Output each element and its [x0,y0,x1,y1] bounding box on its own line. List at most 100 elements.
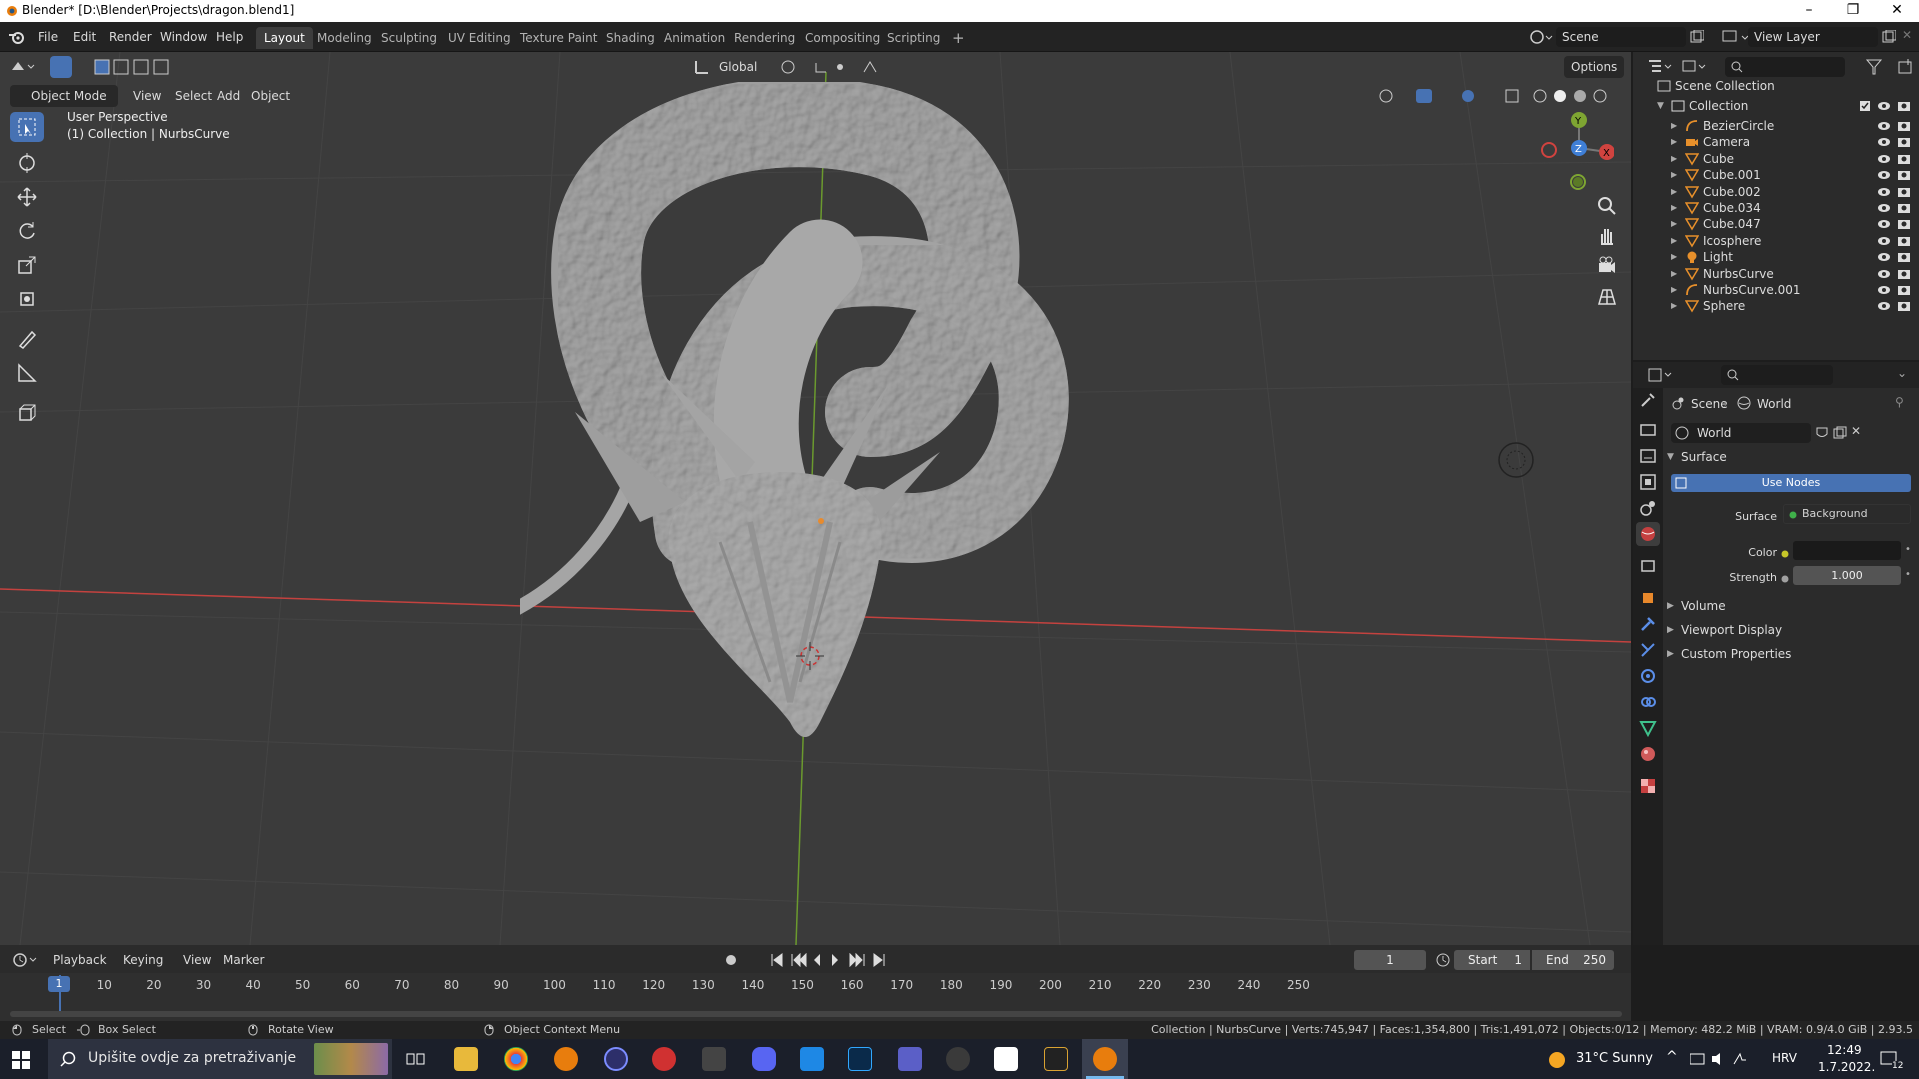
visibility-eye-icon[interactable] [1877,136,1891,148]
properties-search-input[interactable] [1721,365,1833,385]
tray-expand-chevron-icon[interactable]: ^ [1666,1049,1678,1065]
chrome-icon[interactable] [504,1047,528,1071]
surface-panel-header[interactable]: Surface [1681,450,1727,464]
visibility-eye-icon[interactable] [1877,251,1891,263]
world-datablock-field[interactable]: World [1671,423,1811,443]
tab-collection-icon[interactable] [1636,554,1660,578]
ortho-grid-icon[interactable] [1597,286,1617,306]
tab-scene-icon[interactable] [1636,496,1660,520]
tab-physics-icon[interactable] [1636,664,1660,688]
clock-time[interactable]: 12:49 [1827,1043,1862,1057]
windows-start-icon[interactable] [12,1051,30,1069]
tab-constraints-icon[interactable] [1636,690,1660,714]
new-collection-icon[interactable] [1897,58,1915,76]
visibility-eye-icon[interactable] [1877,100,1891,112]
use-nodes-button[interactable]: Use Nodes [1671,474,1911,492]
menu-window[interactable]: Window [154,27,213,47]
pin-icon[interactable]: ⚲ [1895,395,1904,409]
menu-edit[interactable]: Edit [67,27,102,47]
clock-date[interactable]: 1.7.2022. [1818,1060,1875,1074]
photoshop-icon[interactable] [848,1047,872,1071]
editor-type-icon[interactable] [10,58,36,76]
render-camera-icon[interactable] [1897,268,1911,280]
strength-keyframe-icon[interactable]: • [1905,569,1911,580]
discord-icon[interactable] [752,1047,776,1071]
tab-uv-editing[interactable]: UV Editing [440,27,519,49]
3d-viewport[interactable]: Global Options Object Mode View Select A… [0,52,1631,945]
davinci-resolve-icon[interactable] [946,1047,970,1071]
select-tool-button[interactable] [50,56,72,78]
tab-data-icon[interactable] [1636,716,1660,740]
tab-scripting[interactable]: Scripting [879,27,948,49]
minimize-button[interactable]: – [1787,0,1831,22]
remove-view-layer-icon[interactable]: ✕ [1902,28,1912,42]
scene-selector-icon[interactable] [1528,28,1554,46]
navigation-gizmo[interactable]: Y Z X [1534,108,1614,198]
playback-controls-icon[interactable] [770,953,890,967]
collapse-arrow-icon[interactable]: ▼ [1657,96,1664,116]
volume-panel-arrow-icon[interactable]: ▶ [1667,601,1674,611]
tab-object-icon[interactable] [1636,586,1660,610]
tool-add-cube[interactable] [10,398,44,428]
vscode-icon[interactable] [800,1047,824,1071]
timeline-menu-playback[interactable]: Playback [46,949,114,971]
record-keyframe-icon[interactable] [724,953,742,967]
start-frame-field[interactable]: Start 1 [1454,950,1530,970]
weather-text[interactable]: 31°C Sunny [1576,1051,1653,1066]
menu-help[interactable]: Help [210,27,249,47]
current-frame-field[interactable]: 1 [1354,950,1426,970]
render-camera-icon[interactable] [1897,120,1911,132]
visibility-eye-icon[interactable] [1877,202,1891,214]
options-dropdown[interactable]: Options [1564,56,1625,78]
tab-shading[interactable]: Shading [598,27,663,49]
tab-rendering[interactable]: Rendering [726,27,803,49]
render-camera-icon[interactable] [1897,218,1911,230]
render-camera-icon[interactable] [1897,235,1911,247]
tab-modeling[interactable]: Modeling [309,27,380,49]
obs-icon[interactable] [604,1047,628,1071]
tab-texture-paint[interactable]: Texture Paint [512,27,605,49]
properties-editor-icon[interactable] [1647,367,1673,383]
outliner-item[interactable]: ▶ Sphere [1633,296,1919,316]
visibility-eye-icon[interactable] [1877,300,1891,312]
view-layer-field[interactable]: View Layer [1748,27,1878,47]
tab-render-icon[interactable] [1636,418,1660,442]
outliner-collection[interactable]: ▼ Collection [1633,96,1919,116]
blender-app-icon[interactable] [554,1047,578,1071]
unity-icon[interactable] [702,1047,726,1071]
unlink-world-icon[interactable]: ✕ [1851,424,1861,438]
custom-properties-panel-header[interactable]: Custom Properties [1681,647,1791,661]
menu-file[interactable]: File [32,27,64,47]
camera-view-icon[interactable] [1597,256,1617,276]
visibility-eye-icon[interactable] [1877,284,1891,296]
tab-particles-icon[interactable] [1636,638,1660,662]
surface-panel-arrow-icon[interactable]: ▼ [1667,452,1674,462]
tab-compositing[interactable]: Compositing [797,27,888,49]
dragon-sculpt-mesh[interactable] [520,82,1080,912]
outliner-search-input[interactable] [1725,57,1845,77]
tab-sculpting[interactable]: Sculpting [373,27,445,49]
buffer-app-icon[interactable] [1044,1047,1068,1071]
zoom-icon[interactable] [1597,196,1617,216]
color-keyframe-icon[interactable]: • [1905,544,1911,555]
transform-orientation-dropdown[interactable]: Global [712,56,764,78]
visibility-eye-icon[interactable] [1877,218,1891,230]
viewport-display-panel-arrow-icon[interactable]: ▶ [1667,625,1674,635]
tool-transform[interactable] [10,284,44,314]
tool-cursor[interactable] [10,148,44,178]
selection-mode-icons[interactable] [94,59,184,75]
render-camera-icon[interactable] [1897,202,1911,214]
typora-icon[interactable] [994,1047,1018,1071]
preview-range-clock-icon[interactable] [1436,953,1450,967]
outliner-scene-collection[interactable]: Scene Collection [1633,76,1919,96]
tab-animation[interactable]: Animation [656,27,733,49]
viewport-menu-object[interactable]: Object [244,85,297,107]
visibility-eye-icon[interactable] [1877,268,1891,280]
display-mode-icon[interactable] [1681,58,1707,76]
render-camera-icon[interactable] [1897,100,1911,112]
maximize-button[interactable]: ❐ [1831,0,1875,22]
tab-material-icon[interactable] [1636,742,1660,766]
tool-rotate[interactable] [10,216,44,246]
world-color-swatch[interactable] [1793,541,1901,560]
render-camera-icon[interactable] [1897,136,1911,148]
